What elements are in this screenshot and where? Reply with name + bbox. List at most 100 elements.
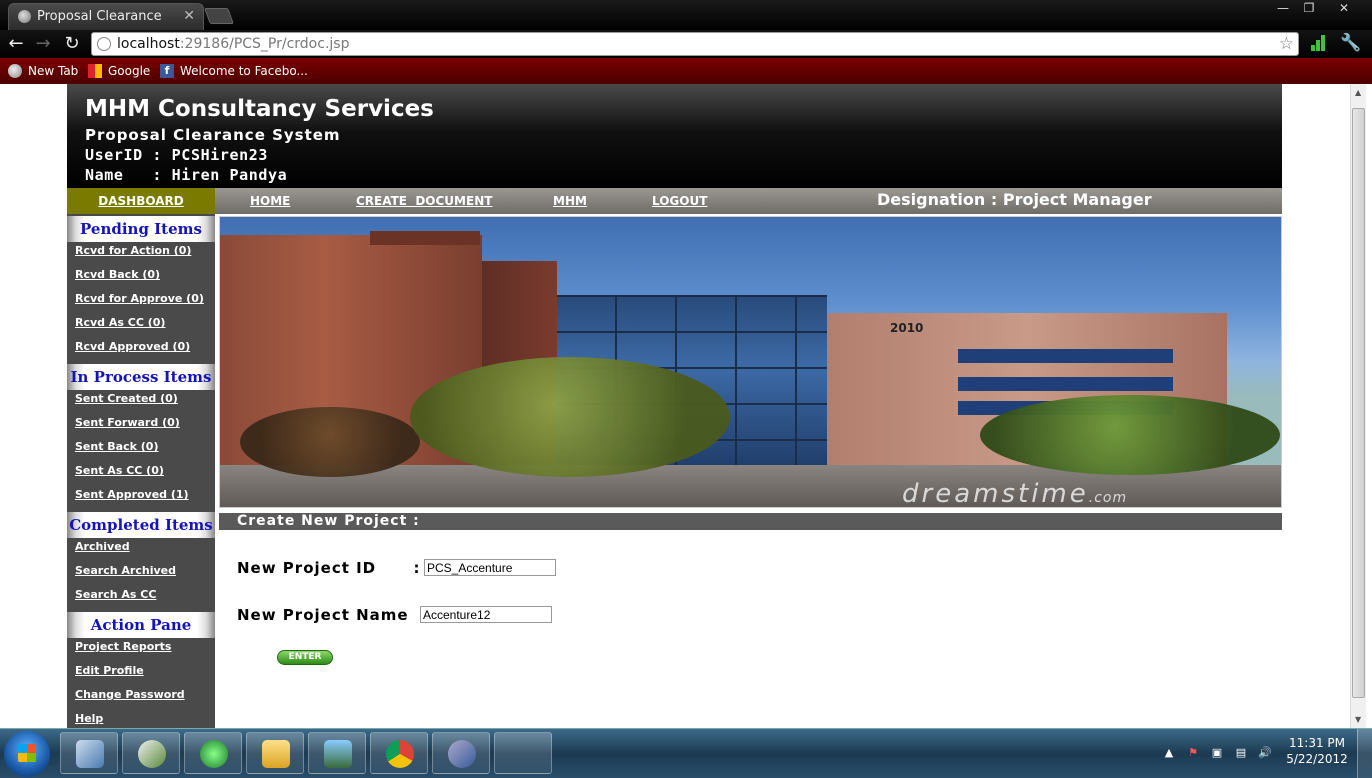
in-process-items-title: In Process Items [67,364,215,390]
globe-icon [97,37,111,51]
taskbar-paint[interactable] [494,732,552,774]
sidebar-link-rcvd-for-approve[interactable]: Rcvd for Approve (0) [75,292,204,305]
sidebar-link-rcvd-for-action[interactable]: Rcvd for Action (0) [75,244,191,257]
virtualbox-icon [76,740,104,768]
volume-icon[interactable]: 🔊 [1258,746,1272,760]
sidebar-link-project-reports[interactable]: Project Reports [75,640,171,653]
url-path: :29186/PCS_Pr/crdoc.jsp [179,36,350,52]
menu-create-document-link[interactable]: CREATE DOCUMENT [356,188,492,214]
sidebar-link-sent-created[interactable]: Sent Created (0) [75,392,178,405]
sidebar-link-search-as-cc[interactable]: Search As CC [75,588,156,601]
bookmark-label: Google [108,64,151,78]
menu-dashboard-link[interactable]: DASHBOARD [67,188,215,214]
company-name: MHM Consultancy Services [85,96,434,122]
forward-arrow-icon[interactable]: → [32,33,54,55]
sidebar-link-sent-forward[interactable]: Sent Forward (0) [75,416,180,429]
photo-viewer-icon [324,740,352,768]
project-id-label: New Project ID : [237,559,421,577]
sidebar-link-edit-profile[interactable]: Edit Profile [75,664,144,677]
bookmark-label: New Tab [28,64,79,78]
dolphin-icon [448,740,476,768]
page-scrollbar[interactable]: ▲ ▼ [1350,84,1366,728]
sidebar-link-sent-as-cc[interactable]: Sent As CC (0) [75,464,164,477]
scroll-thumb[interactable] [1352,108,1365,698]
menu-logout-link[interactable]: LOGOUT [652,188,707,214]
clock-date: 5/22/2012 [1286,752,1348,766]
reload-icon[interactable]: ↻ [61,33,83,55]
designation-label: Designation : Project Manager [877,190,1152,209]
maximize-icon[interactable]: ❐ [1296,0,1322,19]
signal-bars-icon[interactable] [1311,35,1327,51]
scroll-down-icon[interactable]: ▼ [1355,715,1361,724]
sidebar-link-change-password[interactable]: Change Password [75,688,185,701]
taskbar-photo-viewer[interactable] [308,732,366,774]
sidebar-link-rcvd-back[interactable]: Rcvd Back (0) [75,268,160,281]
new-tab-favicon-icon [8,64,22,78]
sidebar-link-help[interactable]: Help [75,712,103,725]
menu-home-link[interactable]: HOME [250,188,290,214]
bookmark-facebook[interactable]: f Welcome to Facebo... [160,63,308,79]
banner-tower-top [370,231,480,245]
browser-toolbar: ← → ↻ localhost:29186/PCS_Pr/crdoc.jsp ☆… [0,30,1372,58]
show-desktop-button[interactable] [1357,729,1372,778]
banner-window-stripe [958,377,1173,391]
back-arrow-icon[interactable]: ← [5,33,27,55]
banner-shrub [240,407,420,477]
banner-tree [410,357,730,477]
watermark-suffix: .com [1088,490,1128,506]
sidebar-link-rcvd-as-cc[interactable]: Rcvd As CC (0) [75,316,165,329]
form-title: Create New Project : [219,513,1282,530]
scroll-up-icon[interactable]: ▲ [1355,88,1361,97]
new-tab-button[interactable] [204,8,234,24]
taskbar-internet-explorer[interactable] [184,732,242,774]
stock-watermark: dreamstime.com [902,479,1128,508]
system-clock[interactable]: 11:31 PM 5/22/2012 [1286,735,1348,767]
taskbar-explorer[interactable] [246,732,304,774]
minimize-icon[interactable]: — [1270,0,1296,19]
taskbar-netbeans[interactable] [122,732,180,774]
chrome-icon [386,740,414,768]
start-button[interactable] [4,731,50,777]
completed-items-title: Completed Items [67,512,215,538]
network-icon[interactable]: ▤ [1234,746,1248,760]
bookmark-label: Welcome to Facebo... [180,64,308,78]
user-name: Name : Hiren Pandya [85,166,288,184]
folder-icon [262,740,290,768]
bookmark-star-icon[interactable]: ☆ [1279,33,1294,55]
browser-tab[interactable]: Proposal Clearance System ✕ [8,3,204,49]
paint-palette-icon [510,740,538,768]
menu-mhm-link[interactable]: MHM [553,188,587,214]
taskbar-virtualbox[interactable] [60,732,118,774]
bookmark-google[interactable]: Google [88,63,150,79]
show-hidden-icons[interactable]: ▲ [1162,746,1176,760]
sidebar-link-search-archived[interactable]: Search Archived [75,564,176,577]
sidebar-link-sent-approved[interactable]: Sent Approved (1) [75,488,189,501]
address-bar[interactable]: localhost:29186/PCS_Pr/crdoc.jsp ☆ [91,32,1299,56]
taskbar-chrome[interactable] [370,732,428,774]
project-name-label: New Project Name : [237,606,429,624]
netbeans-icon [138,740,166,768]
sidebar-link-archived[interactable]: Archived [75,540,130,553]
building-number: 2010 [890,321,924,335]
bookmark-new-tab[interactable]: New Tab [8,63,78,79]
close-window-icon[interactable]: ✕ [1322,0,1366,19]
pending-items-title: Pending Items [67,216,215,242]
bookmarks-bar: New Tab Google f Welcome to Facebo... [0,58,1372,84]
sidebar: Pending Items Rcvd for Action (0) Rcvd B… [67,214,215,728]
tray-app-icon[interactable]: ▣ [1210,746,1224,760]
sidebar-link-rcvd-approved[interactable]: Rcvd Approved (0) [75,340,190,353]
tab-close-icon[interactable]: ✕ [183,4,195,29]
project-name-input[interactable] [420,606,552,623]
wrench-menu-icon[interactable]: 🔧 [1340,33,1361,53]
action-center-flag-icon[interactable]: ⚑ [1186,746,1200,760]
project-id-input[interactable] [424,559,556,576]
sidebar-link-sent-back[interactable]: Sent Back (0) [75,440,158,453]
page-viewport: MHM Consultancy Services Proposal Cleara… [0,84,1350,728]
taskbar-mysql[interactable] [432,732,490,774]
main-menu: DASHBOARD HOME CREATE DOCUMENT MHM LOGOU… [67,188,1282,214]
windows-taskbar: ▲ ⚑ ▣ ▤ 🔊 11:31 PM 5/22/2012 [0,728,1372,778]
page-favicon-icon [18,10,31,23]
enter-button[interactable]: ENTER [277,650,333,665]
browser-titlebar: Proposal Clearance System ✕ — ❐ ✕ [0,0,1372,49]
watermark-text: dreamstime [902,479,1089,508]
